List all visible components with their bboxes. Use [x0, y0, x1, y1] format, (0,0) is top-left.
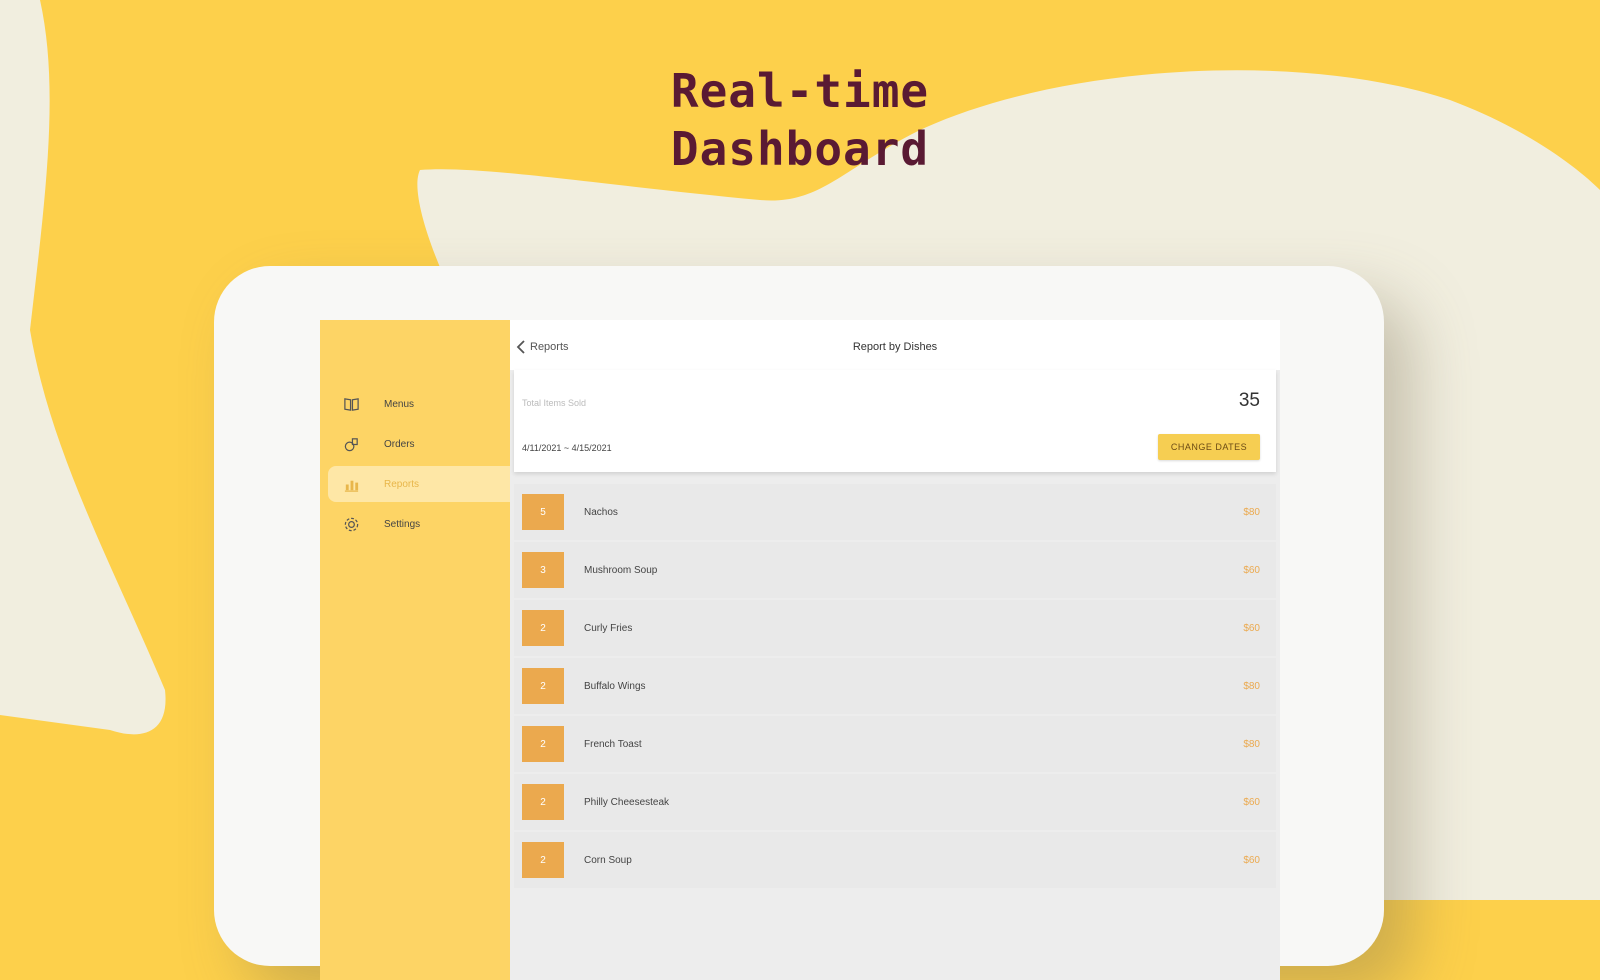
- bar-chart-icon: [342, 475, 360, 493]
- rank-badge: 2: [522, 610, 564, 646]
- left-cream-shape: [0, 0, 166, 735]
- tablet-frame: Menus Orders Reports Settings Reports Re…: [214, 266, 1384, 980]
- list-item[interactable]: 2 Buffalo Wings $80: [514, 658, 1276, 714]
- page-title: Report by Dishes: [852, 341, 938, 353]
- dish-name: Corn Soup: [584, 854, 632, 866]
- dish-count: $60: [1243, 564, 1260, 576]
- orders-icon: [342, 435, 360, 453]
- dish-name: Mushroom Soup: [584, 564, 658, 576]
- sidebar-item-label: Orders: [384, 438, 415, 450]
- sidebar-item-settings[interactable]: Settings: [328, 506, 510, 542]
- top-bar: Reports Report by Dishes: [510, 320, 1280, 370]
- sidebar-item-label: Reports: [384, 478, 420, 490]
- sidebar-item-menus[interactable]: Menus: [328, 386, 510, 422]
- rank-badge: 3: [522, 552, 564, 588]
- list-item[interactable]: 2 Philly Cheesesteak $60: [514, 774, 1276, 830]
- headline-line-2: Dashboard: [670, 122, 930, 176]
- total-items-value: 35: [1238, 390, 1260, 411]
- summary-card: Total Items Sold 35 4/11/2021 ~ 4/15/202…: [514, 370, 1276, 472]
- dish-name: French Toast: [584, 738, 642, 750]
- sidebar-item-label: Settings: [384, 518, 421, 530]
- dish-name: Buffalo Wings: [584, 680, 646, 692]
- sidebar: Menus Orders Reports Settings: [320, 320, 510, 980]
- dish-name: Nachos: [584, 506, 618, 518]
- dish-list: 5 Nachos $80 3 Mushroom Soup $60 2 Curly…: [514, 484, 1276, 890]
- gear-icon: [342, 515, 360, 533]
- list-item[interactable]: 2 Curly Fries $60: [514, 600, 1276, 656]
- dish-count: $60: [1243, 854, 1260, 866]
- headline: Real-time Dashboard: [560, 62, 1040, 178]
- rank-badge: 2: [522, 784, 564, 820]
- rank-badge: 2: [522, 668, 564, 704]
- dish-count: $80: [1243, 738, 1260, 750]
- list-item[interactable]: 2 Corn Soup $60: [514, 832, 1276, 888]
- tablet-screen: Menus Orders Reports Settings Reports Re…: [320, 320, 1280, 980]
- date-range: 4/11/2021 ~ 4/15/2021: [522, 443, 612, 453]
- dish-name: Curly Fries: [584, 622, 633, 634]
- main-content: Reports Report by Dishes Total Items Sol…: [510, 320, 1280, 980]
- list-item[interactable]: 2 French Toast $80: [514, 716, 1276, 772]
- dish-count: $80: [1243, 506, 1260, 518]
- change-dates-button[interactable]: CHANGE DATES: [1158, 434, 1260, 460]
- sidebar-item-reports[interactable]: Reports: [328, 466, 510, 502]
- total-items-label: Total Items Sold: [522, 398, 587, 408]
- sidebar-item-label: Menus: [384, 398, 415, 410]
- dish-name: Philly Cheesesteak: [584, 796, 670, 808]
- list-item[interactable]: 3 Mushroom Soup $60: [514, 542, 1276, 598]
- headline-line-1: Real-time: [670, 64, 930, 118]
- rank-badge: 2: [522, 726, 564, 762]
- book-icon: [342, 395, 360, 413]
- dish-count: $80: [1243, 680, 1260, 692]
- sidebar-item-orders[interactable]: Orders: [328, 426, 510, 462]
- rank-badge: 5: [522, 494, 564, 530]
- list-item[interactable]: 5 Nachos $80: [514, 484, 1276, 540]
- dish-count: $60: [1243, 796, 1260, 808]
- dish-count: $60: [1243, 622, 1260, 634]
- rank-badge: 2: [522, 842, 564, 878]
